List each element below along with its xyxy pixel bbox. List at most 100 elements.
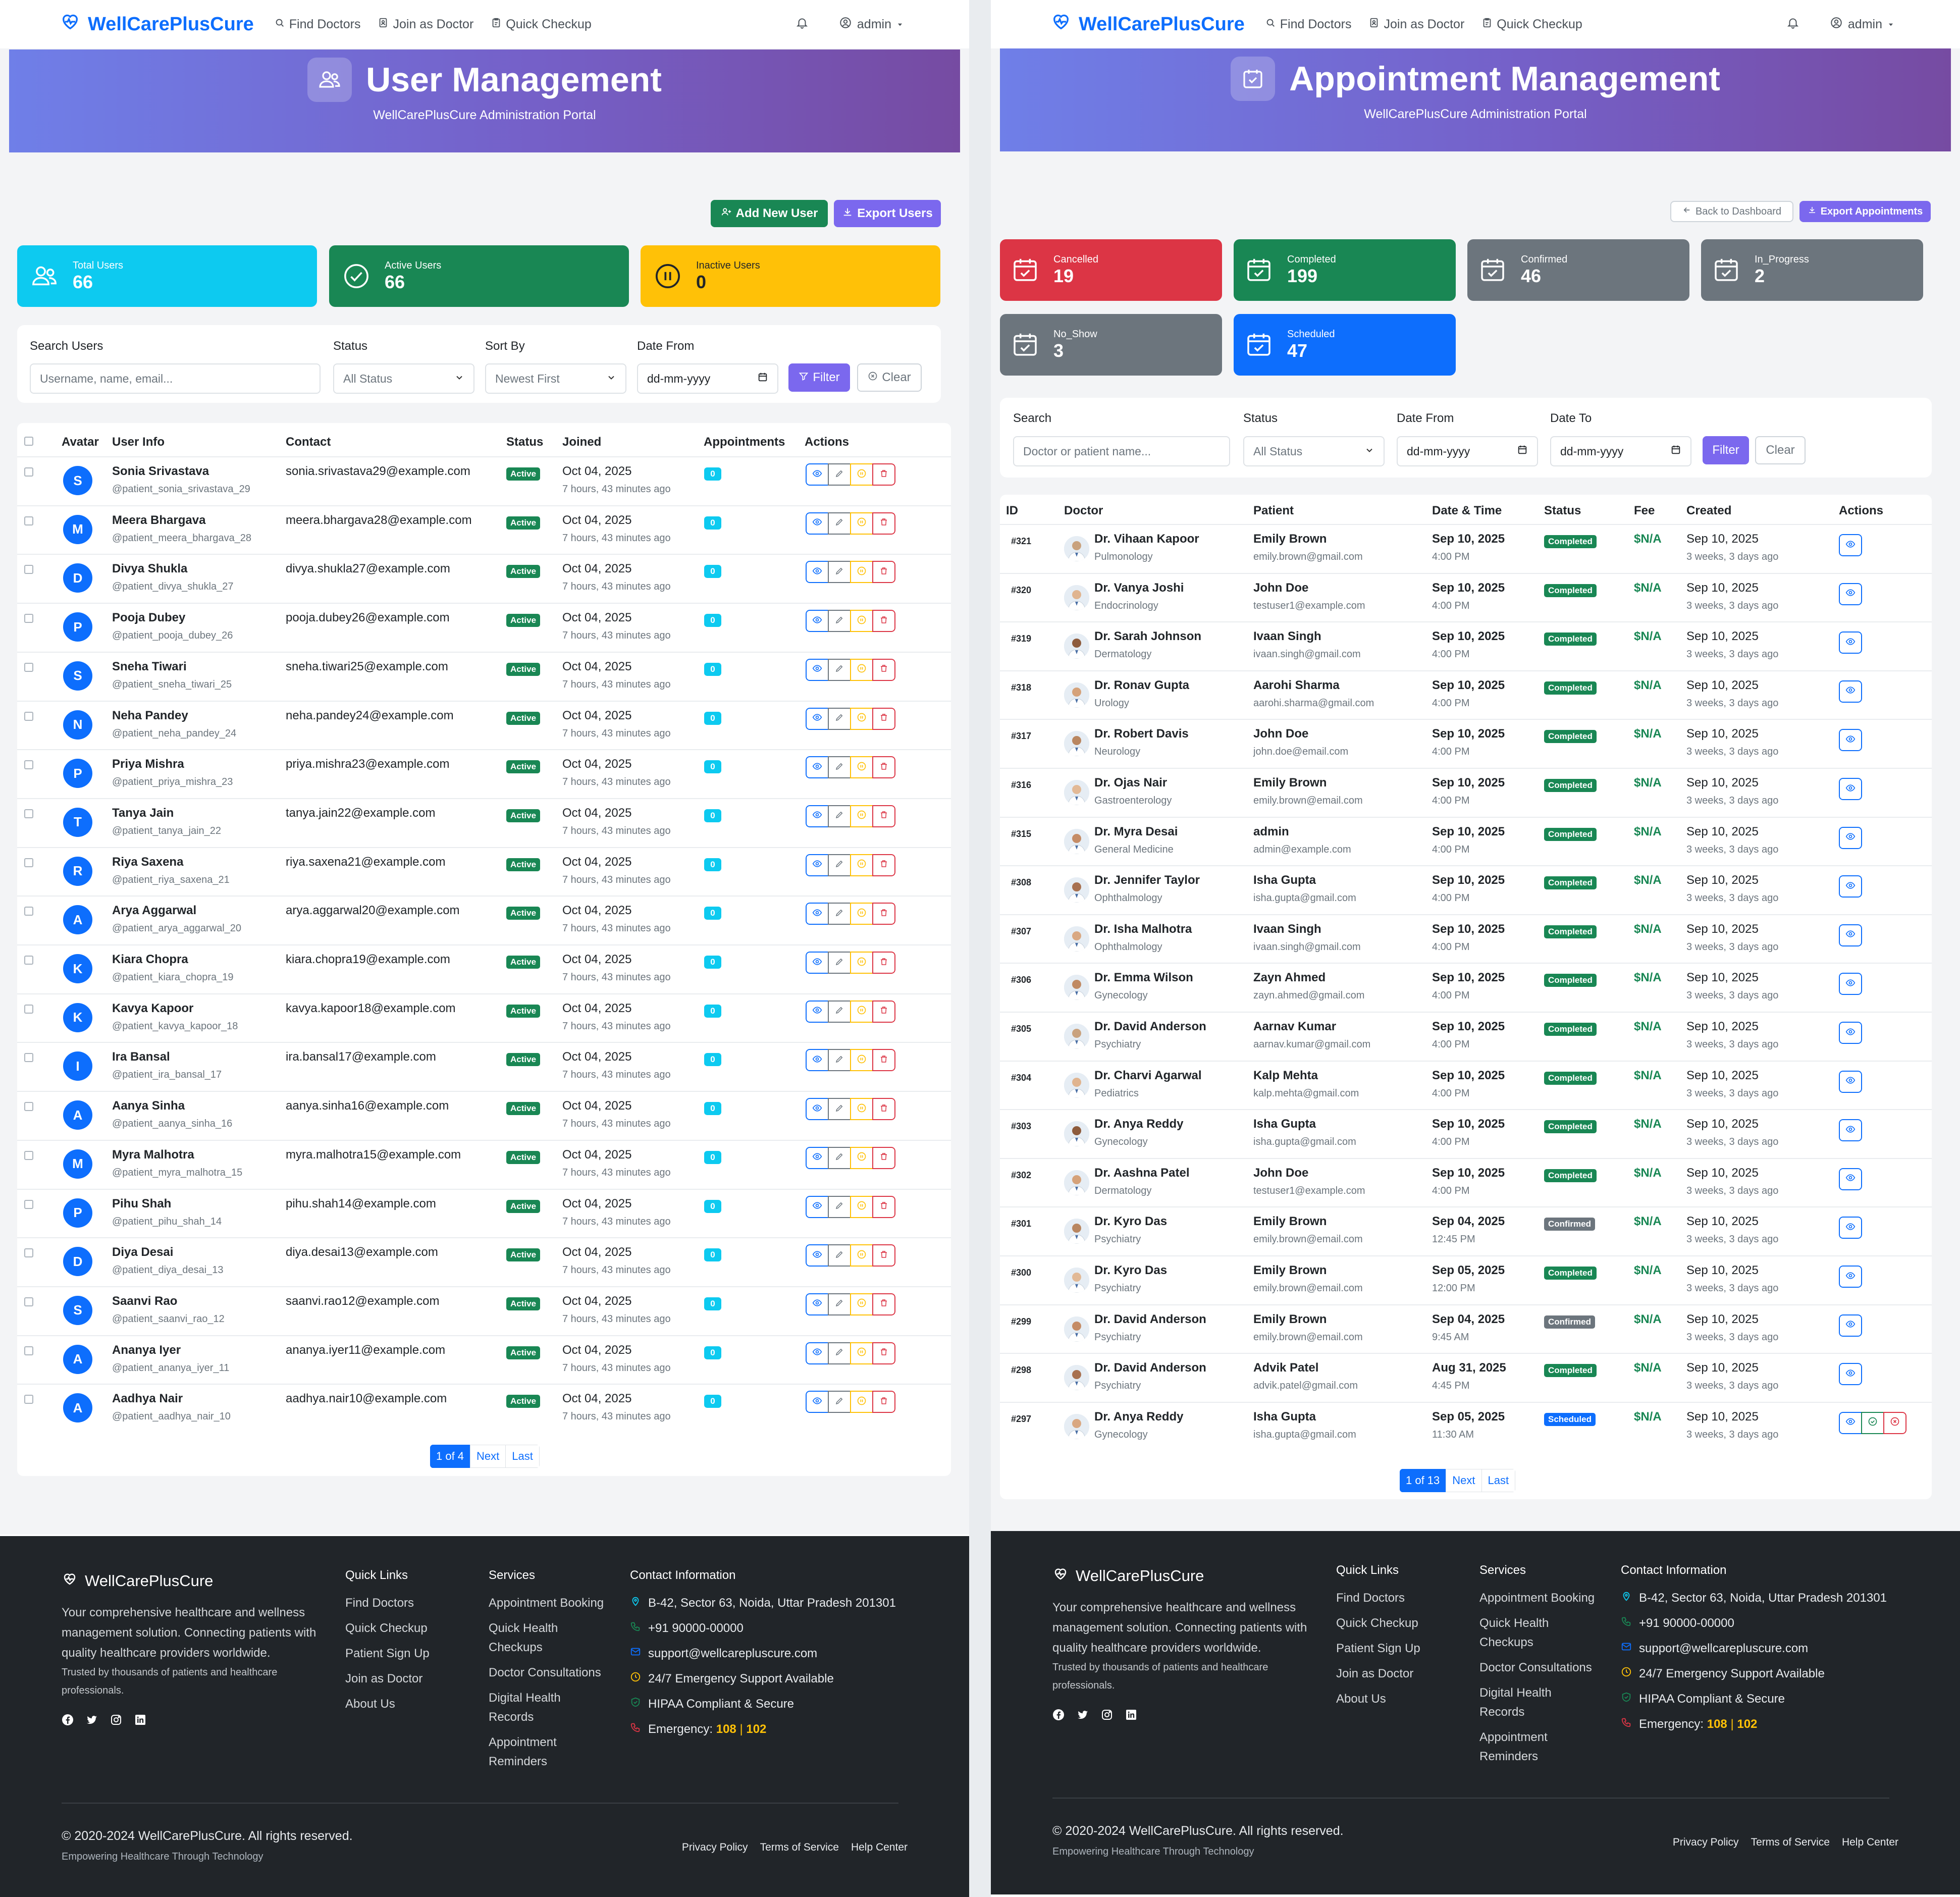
deactivate-button[interactable] [850, 707, 873, 730]
edit-button[interactable] [828, 610, 851, 633]
edit-button[interactable] [828, 512, 851, 535]
delete-button[interactable] [872, 658, 895, 681]
deactivate-button[interactable] [850, 805, 873, 827]
pager-last[interactable]: Last [505, 1445, 540, 1468]
deactivate-button[interactable] [850, 1244, 873, 1267]
edit-button[interactable] [828, 463, 851, 486]
delete-button[interactable] [872, 1391, 895, 1413]
facebook-icon[interactable] [62, 1714, 74, 1728]
view-button[interactable] [1839, 729, 1862, 752]
help-link[interactable]: Help Center [851, 1841, 908, 1854]
deactivate-button[interactable] [850, 561, 873, 584]
view-button[interactable] [806, 1391, 829, 1413]
delete-button[interactable] [872, 1293, 895, 1315]
view-button[interactable] [1839, 1168, 1862, 1190]
footer-link[interactable]: Appointment Booking [1479, 1589, 1616, 1608]
view-button[interactable] [806, 756, 829, 779]
nav-find-doctors[interactable]: Find Doctors [1265, 17, 1351, 32]
instagram-icon[interactable] [110, 1714, 122, 1728]
view-button[interactable] [806, 658, 829, 681]
pager-current[interactable]: 1 of 13 [1400, 1469, 1447, 1492]
view-button[interactable] [1839, 875, 1862, 898]
deactivate-button[interactable] [850, 1000, 873, 1023]
delete-button[interactable] [872, 463, 895, 486]
privacy-link[interactable]: Privacy Policy [1673, 1836, 1739, 1849]
edit-button[interactable] [828, 1342, 851, 1364]
view-button[interactable] [1839, 1070, 1862, 1093]
deactivate-button[interactable] [850, 903, 873, 925]
status-select[interactable]: All Status [1243, 436, 1385, 466]
row-checkbox[interactable] [24, 1004, 33, 1014]
pager-next[interactable]: Next [470, 1445, 506, 1468]
row-checkbox[interactable] [24, 760, 33, 770]
terms-link[interactable]: Terms of Service [1751, 1836, 1830, 1849]
view-button[interactable] [1839, 1217, 1862, 1239]
footer-link[interactable]: Doctor Consultations [489, 1663, 625, 1682]
delete-button[interactable] [872, 707, 895, 730]
deactivate-button[interactable] [850, 854, 873, 876]
view-button[interactable] [1839, 1411, 1862, 1434]
emergency-number[interactable]: 108 [716, 1722, 736, 1736]
row-checkbox[interactable] [24, 1346, 33, 1355]
cancel-button[interactable] [1883, 1411, 1906, 1434]
deactivate-button[interactable] [850, 1049, 873, 1072]
edit-button[interactable] [828, 805, 851, 827]
row-checkbox[interactable] [24, 662, 33, 672]
deactivate-button[interactable] [850, 610, 873, 633]
search-input[interactable]: Username, name, email... [30, 363, 321, 394]
view-button[interactable] [806, 561, 829, 584]
footer-link[interactable]: Quick Health Checkups [489, 1619, 574, 1657]
deactivate-button[interactable] [850, 512, 873, 535]
edit-button[interactable] [828, 952, 851, 974]
delete-button[interactable] [872, 561, 895, 584]
row-checkbox[interactable] [24, 1297, 33, 1306]
user-menu[interactable]: admin [1830, 16, 1894, 33]
pager-next[interactable]: Next [1446, 1469, 1482, 1492]
view-button[interactable] [806, 610, 829, 633]
pager-last[interactable]: Last [1481, 1469, 1516, 1492]
linkedin-icon[interactable] [1125, 1709, 1137, 1723]
view-button[interactable] [806, 1293, 829, 1315]
confirm-button[interactable] [1861, 1411, 1884, 1434]
row-checkbox[interactable] [24, 907, 33, 916]
edit-button[interactable] [828, 707, 851, 730]
row-checkbox[interactable] [24, 1395, 33, 1404]
deactivate-button[interactable] [850, 1146, 873, 1169]
view-button[interactable] [806, 1000, 829, 1023]
date-from-input[interactable]: dd-mm-yyyy [1397, 436, 1538, 466]
view-button[interactable] [806, 854, 829, 876]
twitter-icon[interactable] [86, 1714, 98, 1728]
view-button[interactable] [1839, 1119, 1862, 1142]
view-button[interactable] [1839, 778, 1862, 800]
row-checkbox[interactable] [24, 565, 33, 574]
view-button[interactable] [806, 1342, 829, 1364]
footer-link[interactable]: Join as Doctor [1336, 1664, 1420, 1683]
add-user-button[interactable]: Add New User [711, 200, 828, 227]
view-button[interactable] [1839, 1314, 1862, 1337]
deactivate-button[interactable] [850, 463, 873, 486]
footer-link[interactable]: Digital Health Records [1479, 1683, 1560, 1722]
view-button[interactable] [806, 463, 829, 486]
deactivate-button[interactable] [850, 1293, 873, 1315]
footer-link[interactable]: Find Doctors [345, 1594, 430, 1613]
row-checkbox[interactable] [24, 858, 33, 867]
nav-join-doctor[interactable]: Join as Doctor [1368, 17, 1464, 32]
row-checkbox[interactable] [24, 1053, 33, 1063]
delete-button[interactable] [872, 903, 895, 925]
view-button[interactable] [1839, 1266, 1862, 1288]
view-button[interactable] [1839, 583, 1862, 605]
view-button[interactable] [806, 1049, 829, 1072]
delete-button[interactable] [872, 1342, 895, 1364]
view-button[interactable] [806, 707, 829, 730]
user-menu[interactable]: admin [839, 16, 904, 33]
delete-button[interactable] [872, 610, 895, 633]
date-from-input[interactable]: dd-mm-yyyy [637, 363, 778, 394]
view-button[interactable] [806, 1146, 829, 1169]
delete-button[interactable] [872, 756, 895, 779]
deactivate-button[interactable] [850, 1098, 873, 1121]
view-button[interactable] [1839, 1022, 1862, 1044]
view-button[interactable] [806, 1195, 829, 1218]
twitter-icon[interactable] [1077, 1709, 1089, 1723]
search-input[interactable]: Doctor or patient name... [1013, 436, 1230, 466]
footer-link[interactable]: Digital Health Records [489, 1689, 569, 1727]
